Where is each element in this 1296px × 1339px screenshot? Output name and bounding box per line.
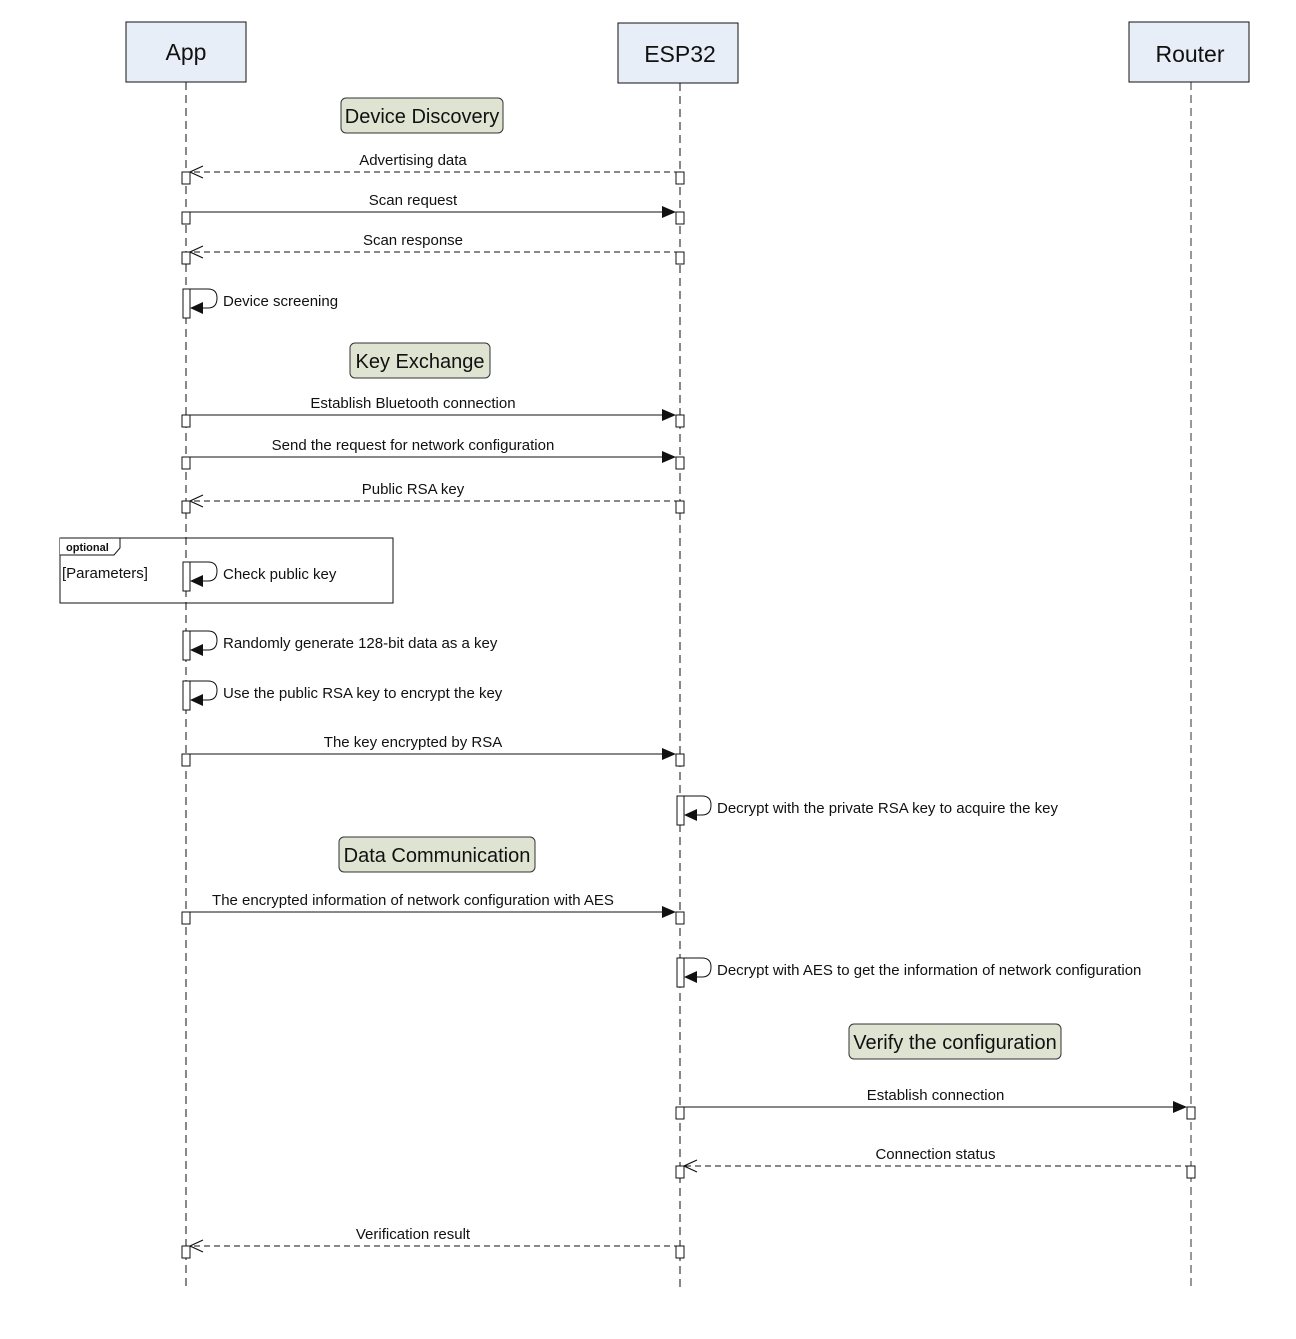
target-anchor: [181, 251, 191, 265]
filled-arrow-head-icon: [662, 206, 676, 218]
self-arrow-head-icon: [190, 644, 203, 656]
source-anchor: [181, 456, 191, 470]
filled-arrow-head-icon: [662, 906, 676, 918]
message-label: Establish connection: [867, 1087, 1005, 1104]
source-anchor: [181, 414, 191, 428]
message-label: Connection status: [875, 1146, 995, 1163]
message-randomly-generate-128-bit-data-as-a-key[interactable]: Randomly generate 128-bit data as a key: [182, 630, 498, 661]
sequence-diagram: App ESP32 Router Device Discovery Key Ex…: [59, 21, 1250, 1290]
target-anchor: [675, 753, 685, 767]
target-anchor: [675, 211, 685, 225]
message-send-the-request-for-network-configuration[interactable]: Send the request for network configurati…: [181, 437, 685, 470]
message-label: Randomly generate 128-bit data as a key: [223, 635, 498, 652]
self-arrow-line: [190, 680, 218, 701]
self-arrow-line: [684, 957, 712, 978]
self-arrow-line: [190, 288, 218, 309]
section-label: Key Exchange: [356, 351, 485, 373]
self-arrow-head-icon: [684, 809, 697, 821]
participant-router-label: Router: [1155, 41, 1224, 67]
message-connection-status[interactable]: Connection status: [675, 1146, 1196, 1179]
section-verify-configuration: Verify the configuration: [848, 1023, 1062, 1060]
self-arrow-head-icon: [190, 575, 203, 587]
message-public-rsa-key[interactable]: Public RSA key: [181, 481, 685, 514]
source-anchor: [1186, 1165, 1196, 1179]
message-label: Scan request: [369, 192, 458, 209]
activation-bar: [676, 957, 685, 988]
self-arrow-line: [684, 795, 712, 816]
section-label: Data Communication: [344, 845, 531, 867]
section-key-exchange: Key Exchange: [349, 342, 491, 379]
message-label: Decrypt with AES to get the information …: [717, 962, 1141, 979]
message-label: Establish Bluetooth connection: [310, 395, 515, 412]
message-label: Public RSA key: [362, 481, 465, 498]
source-anchor: [675, 500, 685, 514]
activation-bar: [182, 288, 191, 319]
section-label: Verify the configuration: [853, 1032, 1056, 1054]
source-anchor: [675, 1245, 685, 1259]
message-check-public-key[interactable]: Check public key: [182, 561, 337, 592]
message-label: Verification result: [356, 1226, 471, 1243]
participant-esp32-label: ESP32: [644, 41, 716, 67]
self-arrow-line: [190, 561, 218, 582]
message-the-encrypted-information-of-network-configuration-with-aes[interactable]: The encrypted information of network con…: [181, 892, 685, 925]
message-label: Use the public RSA key to encrypt the ke…: [223, 685, 503, 702]
target-anchor: [675, 414, 685, 428]
source-anchor: [675, 171, 685, 185]
activation-bar: [182, 680, 191, 711]
message-decrypt-with-aes-to-get-the-information-of-network-configuration[interactable]: Decrypt with AES to get the information …: [676, 957, 1141, 988]
filled-arrow-head-icon: [662, 409, 676, 421]
message-label: The encrypted information of network con…: [212, 892, 614, 909]
message-label: Check public key: [223, 566, 337, 583]
activation-bar: [182, 561, 191, 592]
participant-app-label: App: [166, 39, 207, 65]
activation-bar: [676, 795, 685, 826]
activation-bar: [182, 630, 191, 661]
message-label: Scan response: [363, 232, 463, 249]
target-anchor: [181, 500, 191, 514]
section-label: Device Discovery: [345, 106, 499, 128]
message-label: Device screening: [223, 293, 338, 310]
filled-arrow-head-icon: [662, 451, 676, 463]
self-arrow-head-icon: [190, 302, 203, 314]
message-label: Advertising data: [359, 152, 467, 169]
target-anchor: [181, 1245, 191, 1259]
target-anchor: [675, 1165, 685, 1179]
message-scan-request[interactable]: Scan request: [181, 192, 685, 225]
section-device-discovery: Device Discovery: [340, 97, 504, 134]
message-label: The key encrypted by RSA: [324, 734, 502, 751]
participant-esp32[interactable]: ESP32: [617, 22, 739, 84]
message-the-key-encrypted-by-rsa[interactable]: The key encrypted by RSA: [181, 734, 685, 767]
frame-guard: [Parameters]: [62, 565, 148, 582]
target-anchor: [675, 456, 685, 470]
source-anchor: [675, 251, 685, 265]
filled-arrow-head-icon: [662, 748, 676, 760]
message-decrypt-with-the-private-rsa-key-to-acquire-the-key[interactable]: Decrypt with the private RSA key to acqu…: [676, 795, 1058, 826]
message-use-the-public-rsa-key-to-encrypt-the-key[interactable]: Use the public RSA key to encrypt the ke…: [182, 680, 503, 711]
target-anchor: [181, 171, 191, 185]
self-arrow-head-icon: [190, 694, 203, 706]
participant-app[interactable]: App: [125, 21, 247, 83]
message-scan-response[interactable]: Scan response: [181, 232, 685, 265]
message-advertising-data[interactable]: Advertising data: [181, 152, 685, 185]
message-label: Send the request for network configurati…: [272, 437, 555, 454]
frame-tag: optional: [66, 542, 109, 554]
target-anchor: [1186, 1106, 1196, 1120]
self-arrow-line: [190, 630, 218, 651]
source-anchor: [675, 1106, 685, 1120]
message-verification-result[interactable]: Verification result: [181, 1226, 685, 1259]
filled-arrow-head-icon: [1173, 1101, 1187, 1113]
message-device-screening[interactable]: Device screening: [182, 288, 338, 319]
source-anchor: [181, 211, 191, 225]
section-data-communication: Data Communication: [338, 836, 536, 873]
source-anchor: [181, 753, 191, 767]
participant-router[interactable]: Router: [1128, 21, 1250, 83]
message-establish-bluetooth-connection[interactable]: Establish Bluetooth connection: [181, 395, 685, 428]
message-establish-connection[interactable]: Establish connection: [675, 1087, 1196, 1120]
self-arrow-head-icon: [684, 971, 697, 983]
message-label: Decrypt with the private RSA key to acqu…: [717, 800, 1058, 817]
target-anchor: [675, 911, 685, 925]
source-anchor: [181, 911, 191, 925]
